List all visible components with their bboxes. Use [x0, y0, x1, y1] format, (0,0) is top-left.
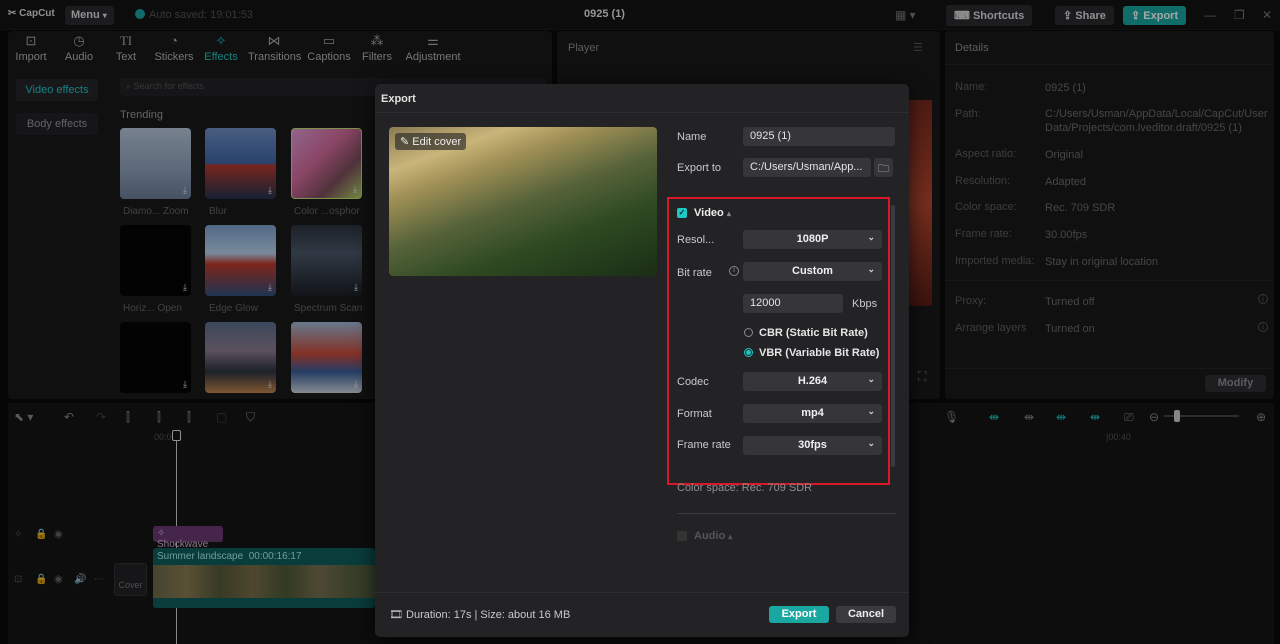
dialog-divider [375, 112, 909, 113]
highlight-box [667, 197, 890, 485]
export-button[interactable]: Export [769, 606, 829, 623]
export-summary: 🎞 Duration: 17s | Size: about 16 MB [389, 608, 570, 621]
audio-checkbox[interactable] [677, 531, 687, 541]
pencil-icon: ✎ [400, 136, 413, 148]
cancel-button[interactable]: Cancel [836, 606, 896, 623]
edit-cover-label: Edit cover [412, 136, 462, 148]
cover-preview: ✎ Edit cover [389, 127, 657, 276]
dialog-title: Export [381, 93, 416, 105]
color-space-note: Color space: Rec. 709 SDR [677, 482, 813, 494]
dialog-scrollbar[interactable] [891, 205, 895, 467]
chevron-up-icon: ▴ [728, 532, 733, 541]
folder-icon[interactable]: 🗀 [874, 158, 893, 177]
name-label: Name [677, 131, 707, 143]
audio-section-label: Audio [694, 530, 726, 542]
edit-cover-button[interactable]: ✎ Edit cover [395, 133, 467, 150]
export-to-label: Export to [677, 162, 722, 174]
export-summary-text: Duration: 17s | Size: about 16 MB [406, 609, 571, 621]
section-divider [677, 513, 896, 514]
dialog-footer-divider [375, 592, 909, 593]
export-path-input[interactable]: C:/Users/Usman/App... [743, 158, 871, 177]
name-input[interactable]: 0925 (1) [743, 127, 895, 146]
film-icon: 🎞 [389, 609, 407, 621]
audio-section-title[interactable]: Audio ▴ [694, 530, 732, 542]
